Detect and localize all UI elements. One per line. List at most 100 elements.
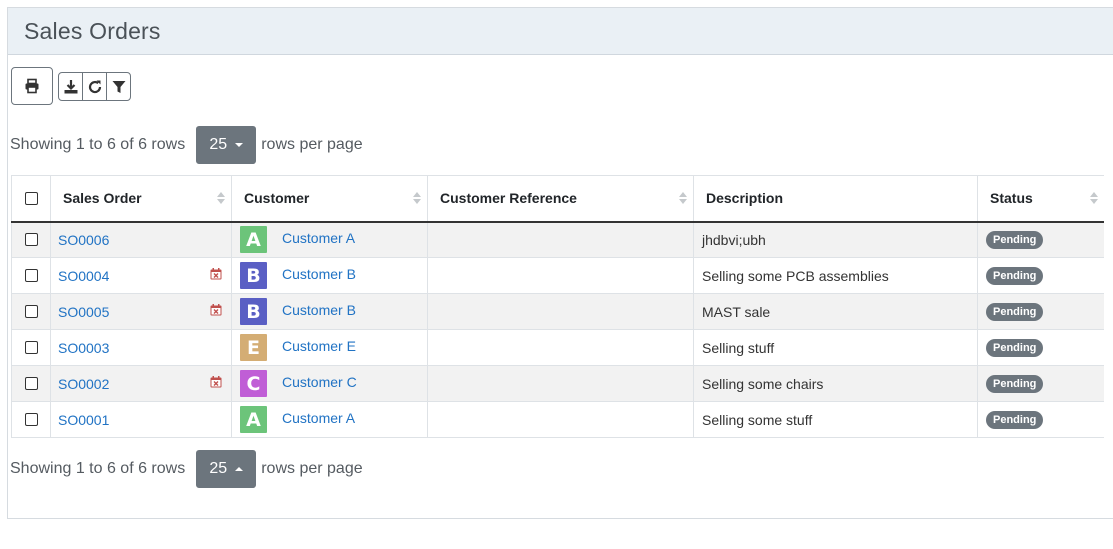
table-row[interactable]: SO0002 C Customer C Selling some chairs Pend… bbox=[11, 365, 1104, 402]
calendar-overdue-icon bbox=[210, 304, 222, 316]
customer-cell: A Customer A bbox=[231, 221, 428, 258]
showing-rows-text: Showing 1 to 6 of 6 rows bbox=[10, 460, 186, 477]
select-all-checkbox[interactable] bbox=[24, 191, 38, 205]
sales-order-link[interactable]: SO0005 bbox=[58, 304, 109, 320]
export-button-group bbox=[58, 72, 131, 105]
download-button[interactable] bbox=[58, 72, 83, 101]
page-size-dropdown[interactable]: 25 bbox=[196, 450, 257, 488]
row-checkbox[interactable] bbox=[24, 341, 38, 354]
pagination-bottom: Showing 1 to 6 of 6 rows 25 rows per pag… bbox=[10, 450, 363, 488]
customer-avatar: A bbox=[240, 406, 267, 433]
table-row[interactable]: SO0001 A Customer A Selling some stuff Pendi… bbox=[11, 401, 1104, 438]
row-select-cell bbox=[11, 365, 51, 402]
select-all-header bbox=[11, 175, 51, 223]
row-checkbox[interactable] bbox=[24, 233, 38, 247]
customer-link[interactable]: Customer E bbox=[282, 338, 356, 354]
description-cell: Selling stuff bbox=[693, 329, 978, 366]
sales-order-link[interactable]: SO0004 bbox=[58, 268, 109, 284]
refresh-button[interactable] bbox=[82, 72, 107, 101]
status-badge: Pending bbox=[986, 231, 1044, 250]
status-badge: Pending bbox=[986, 411, 1044, 429]
status-cell: Pending bbox=[977, 221, 1104, 258]
customer-avatar: B bbox=[240, 298, 267, 325]
column-header-status[interactable]: Status bbox=[977, 175, 1104, 223]
rows-per-page-label: rows per page bbox=[261, 460, 363, 477]
status-cell: Pending bbox=[977, 257, 1104, 294]
overdue-indicator bbox=[210, 267, 222, 283]
customer-link[interactable]: Customer A bbox=[282, 230, 355, 246]
sales-order-link[interactable]: SO0002 bbox=[58, 376, 109, 392]
customer-cell: E Customer E bbox=[231, 329, 428, 366]
table-toolbar bbox=[11, 67, 131, 105]
row-select-cell bbox=[11, 401, 51, 438]
sales-order-link[interactable]: SO0003 bbox=[58, 340, 109, 356]
status-badge: Pending bbox=[986, 267, 1044, 285]
description-cell: Selling some chairs bbox=[693, 365, 978, 402]
customer-reference-cell bbox=[427, 329, 694, 366]
customer-link[interactable]: Customer A bbox=[282, 410, 355, 426]
status-cell: Pending bbox=[977, 401, 1104, 438]
description-cell: Selling some PCB assemblies bbox=[693, 257, 978, 294]
row-select-cell bbox=[11, 329, 51, 366]
sales-order-link[interactable]: SO0001 bbox=[58, 412, 109, 428]
download-icon bbox=[64, 79, 77, 93]
customer-reference-cell bbox=[427, 365, 694, 402]
table-row[interactable]: SO0004 B Customer B Selling some PCB assemb… bbox=[11, 257, 1104, 294]
sales-order-cell: SO0003 bbox=[50, 329, 232, 366]
table-row[interactable]: SO0005 B Customer B MAST sale Pending bbox=[11, 293, 1104, 330]
caret-down-icon bbox=[235, 143, 244, 147]
print-button[interactable] bbox=[11, 67, 53, 105]
panel-header: Sales Orders bbox=[8, 8, 1113, 55]
sort-icon bbox=[413, 192, 421, 206]
customer-avatar: C bbox=[240, 370, 267, 397]
customer-reference-cell bbox=[427, 401, 694, 438]
row-checkbox[interactable] bbox=[24, 269, 38, 282]
row-checkbox[interactable] bbox=[24, 305, 38, 318]
customer-reference-cell bbox=[427, 293, 694, 330]
column-header-customer-reference[interactable]: Customer Reference bbox=[427, 175, 694, 223]
filter-button[interactable] bbox=[106, 72, 131, 101]
filter-icon bbox=[112, 80, 125, 93]
sales-order-link[interactable]: SO0006 bbox=[58, 232, 109, 248]
overdue-indicator bbox=[210, 303, 222, 319]
description-cell: MAST sale bbox=[693, 293, 978, 330]
calendar-overdue-icon bbox=[210, 268, 222, 280]
sales-order-cell: SO0001 bbox=[50, 401, 232, 438]
status-badge: Pending bbox=[986, 339, 1044, 357]
table-header-row: Sales Order Customer Customer Reference … bbox=[11, 175, 1104, 223]
customer-cell: B Customer B bbox=[231, 293, 428, 330]
overdue-indicator bbox=[210, 375, 222, 391]
description-cell: Selling some stuff bbox=[693, 401, 978, 438]
page-size-dropdown[interactable]: 25 bbox=[196, 126, 257, 164]
sales-order-cell: SO0002 bbox=[50, 365, 232, 402]
calendar-overdue-icon bbox=[210, 376, 222, 388]
customer-cell: B Customer B bbox=[231, 257, 428, 294]
print-icon bbox=[25, 78, 39, 94]
row-checkbox[interactable] bbox=[24, 377, 38, 390]
sales-orders-table: Sales Order Customer Customer Reference … bbox=[11, 175, 1104, 438]
customer-link[interactable]: Customer B bbox=[282, 302, 356, 318]
sales-order-cell: SO0006 bbox=[50, 221, 232, 258]
page-size-value: 25 bbox=[209, 460, 228, 477]
column-header-description[interactable]: Description bbox=[693, 175, 978, 223]
customer-avatar: E bbox=[240, 334, 267, 361]
page-title: Sales Orders bbox=[24, 17, 161, 44]
page-size-value: 25 bbox=[209, 136, 228, 153]
row-checkbox[interactable] bbox=[24, 413, 38, 426]
sort-icon bbox=[1089, 192, 1098, 206]
sort-icon bbox=[679, 192, 687, 206]
customer-reference-cell bbox=[427, 221, 694, 258]
column-header-sales-order[interactable]: Sales Order bbox=[50, 175, 232, 223]
sales-order-cell: SO0005 bbox=[50, 293, 232, 330]
customer-link[interactable]: Customer C bbox=[282, 374, 357, 390]
customer-link[interactable]: Customer B bbox=[282, 266, 356, 282]
description-cell: jhdbvi;ubh bbox=[693, 221, 978, 258]
customer-avatar: A bbox=[240, 226, 267, 254]
table-row[interactable]: SO0003 E Customer E Selling stuff Pending bbox=[11, 329, 1104, 366]
customer-cell: C Customer C bbox=[231, 365, 428, 402]
column-header-customer[interactable]: Customer bbox=[231, 175, 428, 223]
table-row[interactable]: SO0006 A Customer A jhdbvi;ubh Pending bbox=[11, 221, 1104, 258]
customer-cell: A Customer A bbox=[231, 401, 428, 438]
customer-avatar: B bbox=[240, 262, 267, 289]
pagination-top: Showing 1 to 6 of 6 rows 25 rows per pag… bbox=[10, 126, 363, 164]
